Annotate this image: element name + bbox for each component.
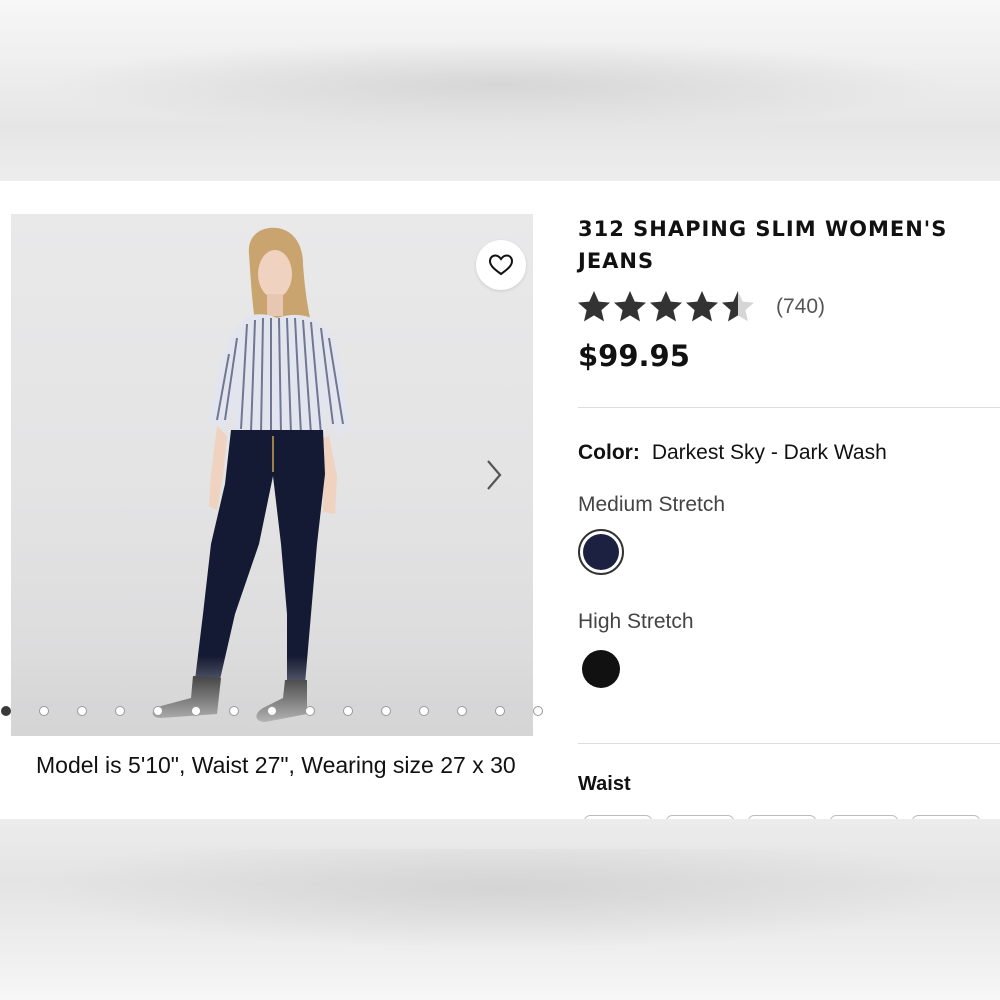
- star-filled-icon: [650, 291, 682, 322]
- carousel-dot[interactable]: [1, 706, 11, 716]
- blurred-background-bottom: [0, 819, 1000, 1000]
- stretch-group-label-medium: Medium Stretch: [578, 493, 726, 516]
- color-value: Darkest Sky - Dark Wash: [651, 441, 887, 464]
- star-filled-icon: [614, 291, 646, 322]
- blurred-background-top: [0, 0, 1000, 181]
- waist-label: Waist: [578, 773, 631, 795]
- heart-outline-icon: [488, 254, 514, 276]
- product-price: $99.95: [578, 339, 690, 373]
- carousel-dot[interactable]: [495, 706, 505, 716]
- stretch-group-label-high: High Stretch: [578, 610, 694, 633]
- color-label: Color:: [578, 441, 640, 464]
- carousel-dot[interactable]: [153, 706, 163, 716]
- chevron-right-icon: [487, 460, 502, 490]
- star-half-icon: [722, 291, 754, 322]
- favorite-button[interactable]: [476, 240, 526, 290]
- product-title: 312 SHAPING SLIM WOMEN'S JEANS: [578, 217, 948, 273]
- carousel-dot[interactable]: [191, 706, 201, 716]
- carousel-dot[interactable]: [343, 706, 353, 716]
- carousel-dot[interactable]: [457, 706, 467, 716]
- color-swatch-medium-stretch[interactable]: [578, 529, 624, 575]
- swatch-fill: [582, 650, 620, 688]
- carousel-dot[interactable]: [39, 706, 49, 716]
- divider: [578, 407, 1000, 408]
- model-size-caption: Model is 5'10", Waist 27", Wearing size …: [36, 752, 516, 778]
- color-selection: Color: Darkest Sky - Dark Wash: [578, 441, 887, 465]
- next-image-button[interactable]: [480, 457, 508, 493]
- waist-size-option[interactable]: [584, 815, 652, 819]
- carousel-pagination: [0, 705, 560, 719]
- carousel-dot[interactable]: [533, 706, 543, 716]
- carousel-dot[interactable]: [305, 706, 315, 716]
- waist-size-option[interactable]: [830, 815, 898, 819]
- review-count[interactable]: (740): [776, 295, 825, 319]
- carousel-dot[interactable]: [267, 706, 277, 716]
- waist-size-option[interactable]: [912, 815, 980, 819]
- product-image[interactable]: [11, 214, 533, 736]
- color-swatch-high-stretch[interactable]: [578, 646, 624, 692]
- waist-size-option[interactable]: [666, 815, 734, 819]
- divider: [578, 743, 1000, 744]
- carousel-dot[interactable]: [77, 706, 87, 716]
- star-filled-icon: [686, 291, 718, 322]
- carousel-dot[interactable]: [115, 706, 125, 716]
- waist-size-option[interactable]: [748, 815, 816, 819]
- swatch-fill: [583, 534, 619, 570]
- product-panel: Model is 5'10", Waist 27", Wearing size …: [0, 181, 1000, 819]
- carousel-dot[interactable]: [419, 706, 429, 716]
- star-rating: [576, 289, 756, 325]
- photo-floor-shadow: [11, 656, 533, 736]
- carousel-dot[interactable]: [229, 706, 239, 716]
- star-filled-icon: [578, 291, 610, 322]
- rating-summary[interactable]: (740): [576, 289, 825, 325]
- carousel-dot[interactable]: [381, 706, 391, 716]
